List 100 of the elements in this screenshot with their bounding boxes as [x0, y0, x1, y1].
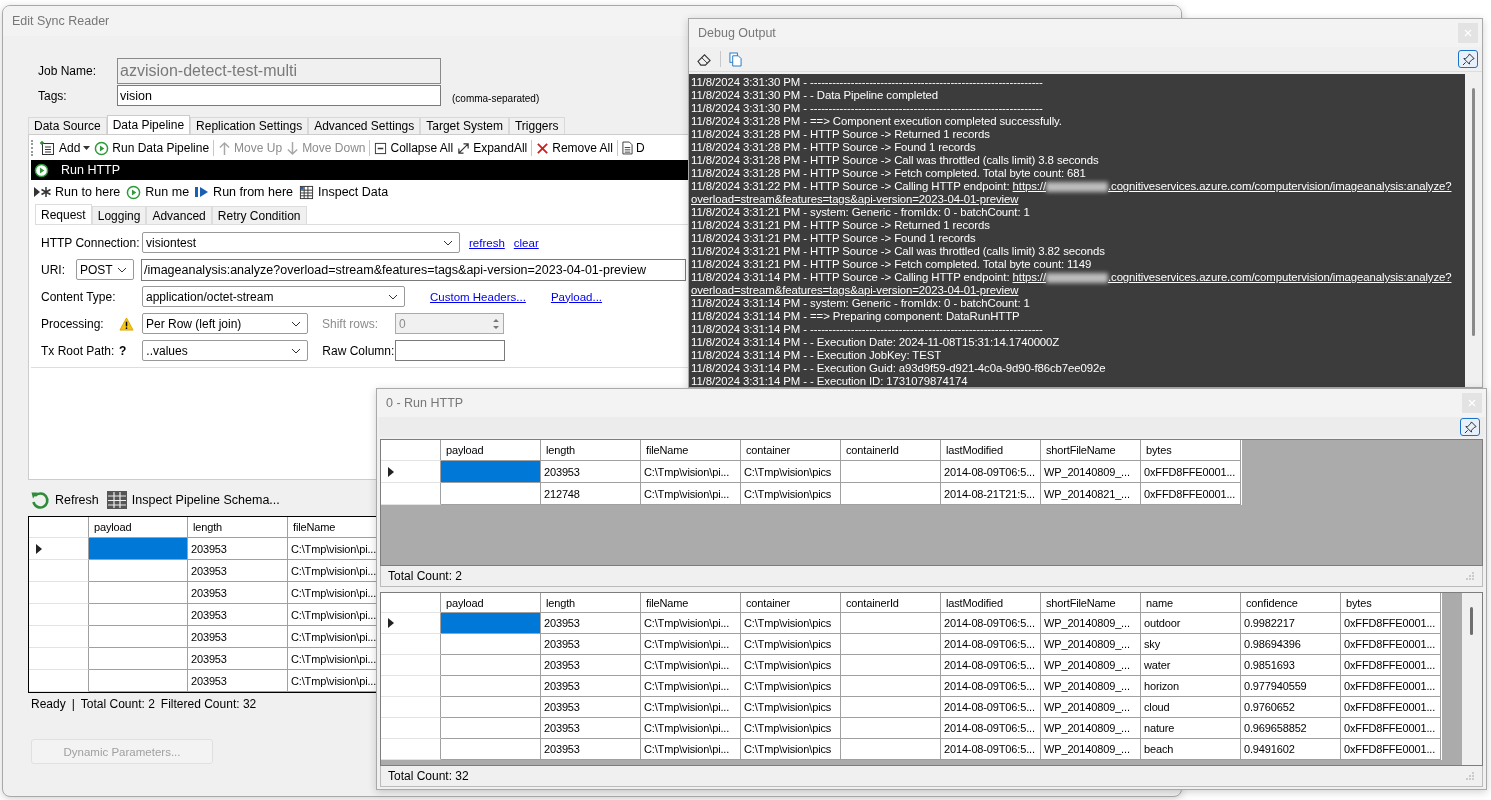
- step-toolbar-button[interactable]: Inspect Data: [297, 182, 393, 202]
- column-header[interactable]: shortFileName: [1041, 440, 1141, 461]
- column-header[interactable]: fileName: [641, 440, 741, 461]
- log-line: 11/8/2024 3:31:21 PM - HTTP Source -> Found 1 records: [691, 232, 977, 245]
- table-cell: WP_20140809_...: [1041, 613, 1141, 634]
- column-header[interactable]: fileName: [641, 593, 741, 613]
- step-toolbar-button[interactable]: Run to here: [31, 182, 125, 202]
- table-cell: 2014-08-09T06:5...: [941, 676, 1041, 697]
- table-cell: 203953: [541, 461, 641, 483]
- method-dropdown[interactable]: POST: [76, 259, 134, 280]
- link[interactable]: clear: [513, 236, 539, 249]
- step-toolbar-button[interactable]: Run from here: [193, 182, 297, 202]
- link[interactable]: refresh: [469, 236, 505, 249]
- table-cell: 203953: [541, 655, 641, 676]
- column-header[interactable]: containerId: [841, 440, 941, 461]
- tab[interactable]: Advanced: [146, 206, 212, 224]
- column-header[interactable]: name: [1141, 593, 1241, 613]
- raw-column-field[interactable]: [395, 340, 506, 361]
- field-label: Content Type:: [41, 289, 117, 304]
- window-title: Debug Output: [698, 26, 776, 40]
- log-line: 11/8/2024 3:31:21 PM - HTTP Source -> Fetch completed. Total byte count: 1149: [691, 258, 1093, 271]
- spinner-arrows-icon: [492, 316, 500, 331]
- row-header[interactable]: [29, 538, 89, 560]
- toolbar-button[interactable]: Run Data Pipeline: [92, 138, 212, 158]
- scrollbar-thumb[interactable]: [1472, 88, 1475, 336]
- toolbar-button[interactable]: Remove All: [534, 138, 615, 158]
- chevron-down-icon: [291, 320, 301, 327]
- tab[interactable]: Replication Settings: [190, 117, 309, 134]
- table-cell: 2014-08-09T06:5...: [941, 739, 1041, 760]
- tab[interactable]: Data Source: [28, 117, 107, 134]
- table-cell: 0xFFD8FFE0001...: [1341, 739, 1441, 760]
- column-header[interactable]: length: [541, 440, 641, 461]
- column-header[interactable]: lastModified: [941, 440, 1041, 461]
- column-header[interactable]: shortFileName: [1041, 593, 1141, 613]
- collapse-icon: [374, 141, 388, 155]
- url-link[interactable]: https:// .cognitiveservices.azure.com/computervision/imageanalysis:analyze?: [1012, 180, 1452, 192]
- log-line: 11/8/2024 3:31:14 PM - ---------------------------------------------------------------: [691, 323, 1044, 336]
- toolbar-button[interactable]: ExpandAll: [455, 138, 530, 158]
- clear-button[interactable]: [695, 52, 714, 66]
- log-line: 11/8/2024 3:31:21 PM - system: Generic - fromIdx: 0 - batchCount: 1: [691, 206, 1031, 219]
- copy-button[interactable]: [727, 51, 744, 67]
- root-path-dropdown[interactable]: ..values: [142, 340, 309, 361]
- scrollbar[interactable]: [1465, 74, 1482, 387]
- play-circle-icon: [126, 184, 142, 200]
- table-cell: 0xFFD8FFE0001...: [1341, 655, 1441, 676]
- column-header[interactable]: length: [188, 517, 288, 538]
- column-header[interactable]: bytes: [1141, 440, 1241, 461]
- table-cell: 203953: [188, 670, 288, 692]
- tags-field[interactable]: vision: [117, 85, 441, 106]
- arrow-up-icon: [218, 140, 232, 156]
- pin-button[interactable]: [1460, 418, 1480, 436]
- tab[interactable]: Retry Condition: [211, 206, 307, 224]
- tab[interactable]: Advanced Settings: [308, 117, 421, 134]
- column-header[interactable]: length: [541, 593, 641, 613]
- url-link[interactable]: overload=stream&features=tags&api-version=2023-04-01-preview: [691, 284, 1019, 296]
- table-cell: 0.9760652: [1241, 697, 1341, 718]
- step-title: Run HTTP: [61, 163, 121, 177]
- url-link[interactable]: https:// .cognitiveservices.azure.com/computervision/imageanalysis:analyze?: [1012, 271, 1452, 283]
- link[interactable]: Payload...: [550, 290, 603, 303]
- table-cell: C:\Tmp\vision\pics: [741, 655, 841, 676]
- row-header[interactable]: [381, 613, 441, 634]
- uri-field[interactable]: /imageanalysis:analyze?overload=stream&features=tags&api-version=2023-04-01-preview: [141, 258, 686, 281]
- url-link[interactable]: overload=stream&features=tags&api-version=2023-04-01-preview: [691, 193, 1019, 205]
- column-header[interactable]: lastModified: [941, 593, 1041, 613]
- tab[interactable]: Request: [35, 204, 92, 224]
- toolbar-button[interactable]: Collapse All: [372, 138, 456, 158]
- pin-button[interactable]: [1458, 50, 1478, 68]
- help-mark[interactable]: ?: [119, 343, 127, 358]
- scrollbar[interactable]: [1462, 593, 1482, 765]
- column-header[interactable]: containerId: [841, 593, 941, 613]
- column-header[interactable]: container: [741, 593, 841, 613]
- toolbar-button[interactable]: D: [619, 138, 647, 158]
- tab[interactable]: Data Pipeline: [106, 115, 191, 134]
- toolbar-button[interactable]: Inspect Pipeline Schema...: [104, 490, 282, 510]
- row-header[interactable]: [381, 461, 441, 483]
- scrollbar-thumb[interactable]: [1470, 607, 1473, 635]
- processing-dropdown[interactable]: Per Row (left join): [142, 313, 308, 334]
- table-cell: 0.9851693: [1241, 655, 1341, 676]
- total-count: Total Count: 2: [388, 569, 463, 583]
- table-cell: 203953: [188, 560, 288, 582]
- table-cell: WP_20140809_...: [1041, 655, 1141, 676]
- field-label: Tx Root Path:: [41, 343, 116, 358]
- current-row-icon: [36, 543, 42, 554]
- close-button[interactable]: [1458, 23, 1478, 43]
- table-cell: WP_20140809_...: [1041, 697, 1141, 718]
- connection-dropdown[interactable]: visiontest: [142, 232, 460, 253]
- tab[interactable]: Triggers: [508, 117, 565, 134]
- content-type-dropdown[interactable]: application/octet-stream: [142, 286, 405, 307]
- column-header[interactable]: bytes: [1341, 593, 1441, 613]
- tab[interactable]: Logging: [91, 206, 147, 224]
- close-icon: [1464, 29, 1472, 37]
- column-header[interactable]: confidence: [1241, 593, 1341, 613]
- run-to-here-icon: [33, 186, 51, 198]
- step-toolbar-button[interactable]: Run me: [124, 182, 194, 202]
- column-header[interactable]: container: [741, 440, 841, 461]
- toolbar-button[interactable]: Add: [38, 138, 93, 158]
- toolbar-button[interactable]: Refresh: [28, 490, 101, 510]
- link[interactable]: Custom Headers...: [430, 290, 526, 303]
- close-button[interactable]: [1462, 393, 1482, 413]
- tab[interactable]: Target System: [420, 117, 509, 134]
